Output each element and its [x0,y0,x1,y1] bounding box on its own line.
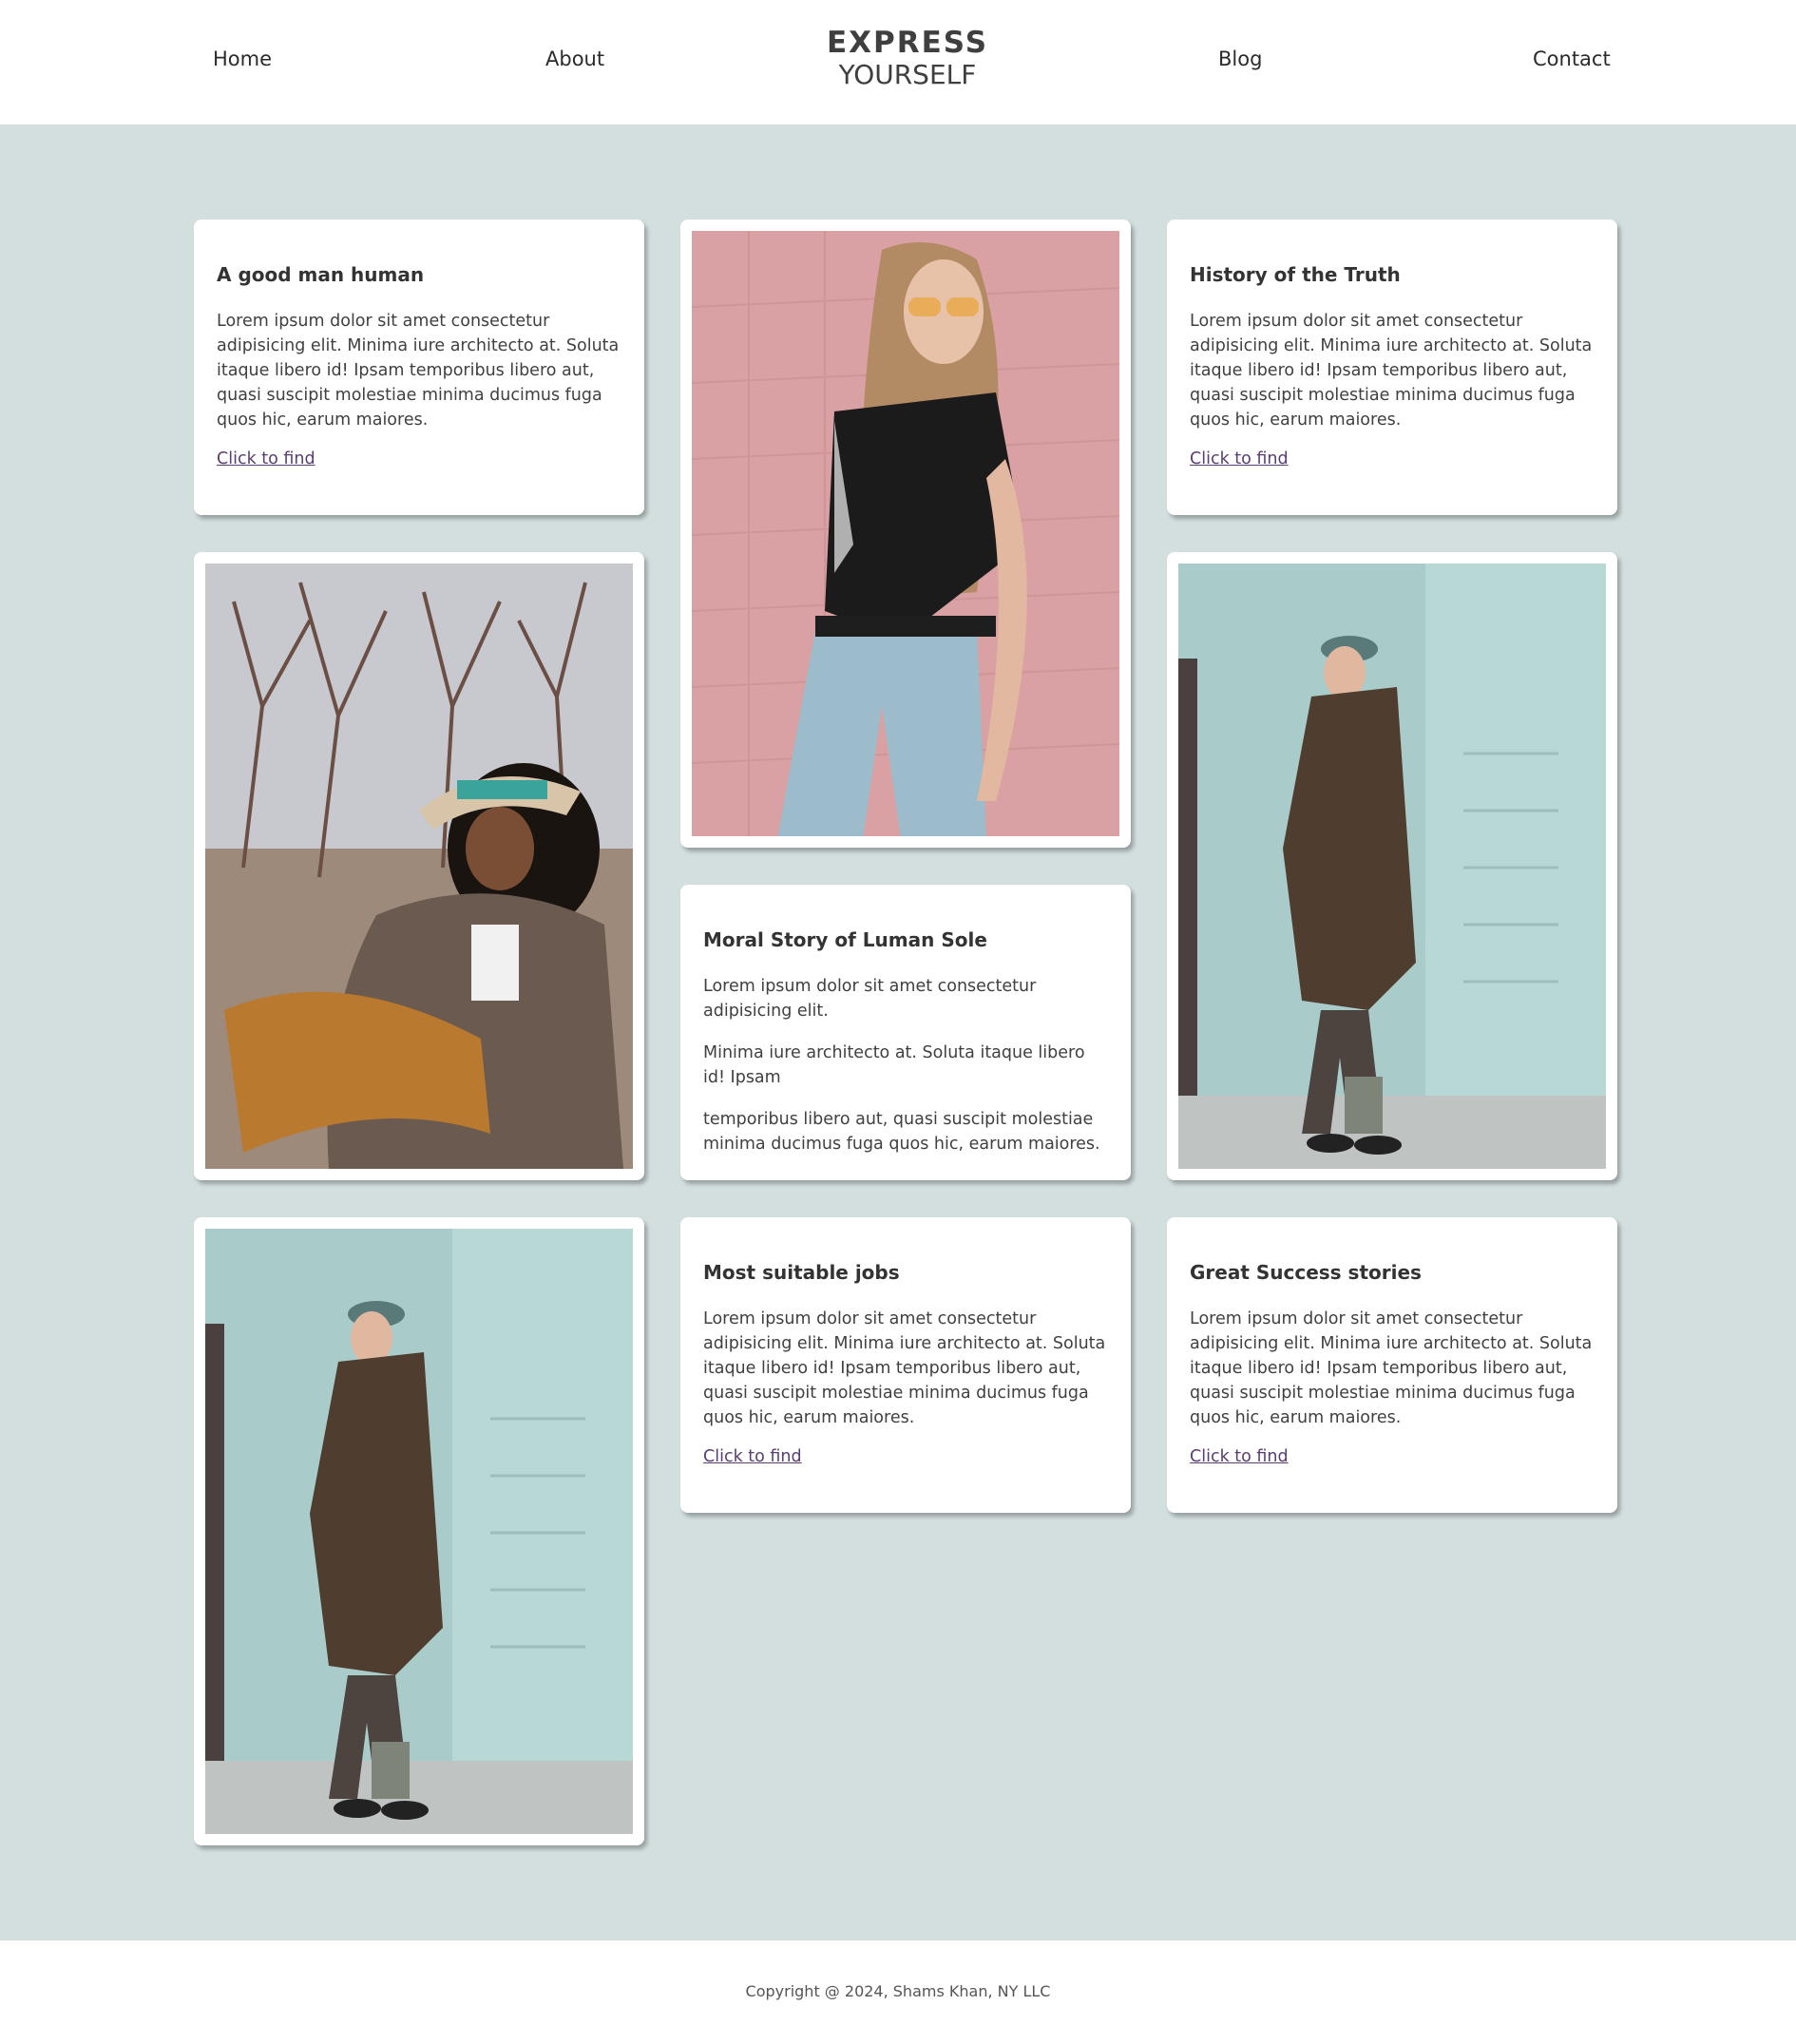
card-great-success-stories: Great Success stories Lorem ipsum dolor … [1167,1217,1617,1513]
card-paragraph: temporibus libero aut, quasi suscipit mo… [703,1110,1100,1154]
card-body: Lorem ipsum dolor sit amet consectetur a… [703,1309,1106,1427]
copyright-text: Copyright @ 2024, Shams Khan, NY LLC [745,1982,1051,2000]
nav-home-link[interactable]: Home [213,48,272,70]
logo-line-express: EXPRESS [826,26,989,60]
photo-card-man-coat-2 [194,1217,644,1845]
photo-card-man-coat [1167,552,1617,1180]
card-grid: A good man human Lorem ipsum dolor sit a… [0,124,1796,1940]
nav-blog-link[interactable]: Blog [1218,48,1262,70]
card-title: History of the Truth [1190,263,1401,286]
card-body: Lorem ipsum dolor sit amet consectetur a… [1190,312,1593,430]
nav-contact-link[interactable]: Contact [1533,48,1611,70]
site-header: Home About EXPRESS YOURSELF Blog Contact [0,0,1796,124]
photo-woman-hat [205,564,633,1169]
card-body: Lorem ipsum dolor sit amet consectetur a… [217,312,620,430]
card-paragraph: Lorem ipsum dolor sit amet consectetur a… [703,977,1037,1021]
card-moral-story: Moral Story of Luman Sole Lorem ipsum do… [680,885,1131,1180]
site-logo[interactable]: EXPRESS YOURSELF [798,29,1017,88]
logo-line-yourself: YOURSELF [838,59,977,90]
click-to-find-link[interactable]: Click to find [217,449,315,468]
click-to-find-link[interactable]: Click to find [703,1447,802,1466]
photo-man-coat [205,1229,633,1834]
card-most-suitable-jobs: Most suitable jobs Lorem ipsum dolor sit… [680,1217,1131,1513]
card-body: Lorem ipsum dolor sit amet consectetur a… [703,974,1108,1156]
click-to-find-link[interactable]: Click to find [1190,449,1289,468]
site-footer: Copyright @ 2024, Shams Khan, NY LLC [0,1940,1796,2044]
card-history-of-the-truth: History of the Truth Lorem ipsum dolor s… [1167,220,1617,515]
card-paragraph: Minima iure architecto at. Soluta itaque… [703,1043,1085,1087]
card-title: Most suitable jobs [703,1261,900,1284]
card-title: A good man human [217,263,425,286]
photo-man-coat [1178,564,1606,1169]
card-body: Lorem ipsum dolor sit amet consectetur a… [1190,1309,1593,1427]
photo-card-pink-wall [680,220,1131,848]
nav-about-link[interactable]: About [545,48,604,70]
click-to-find-link[interactable]: Click to find [1190,1447,1289,1466]
card-title: Great Success stories [1190,1261,1422,1284]
photo-woman-pink-wall [692,231,1119,836]
photo-card-hat [194,552,644,1180]
card-title: Moral Story of Luman Sole [703,928,987,951]
card-good-man-human: A good man human Lorem ipsum dolor sit a… [194,220,644,515]
